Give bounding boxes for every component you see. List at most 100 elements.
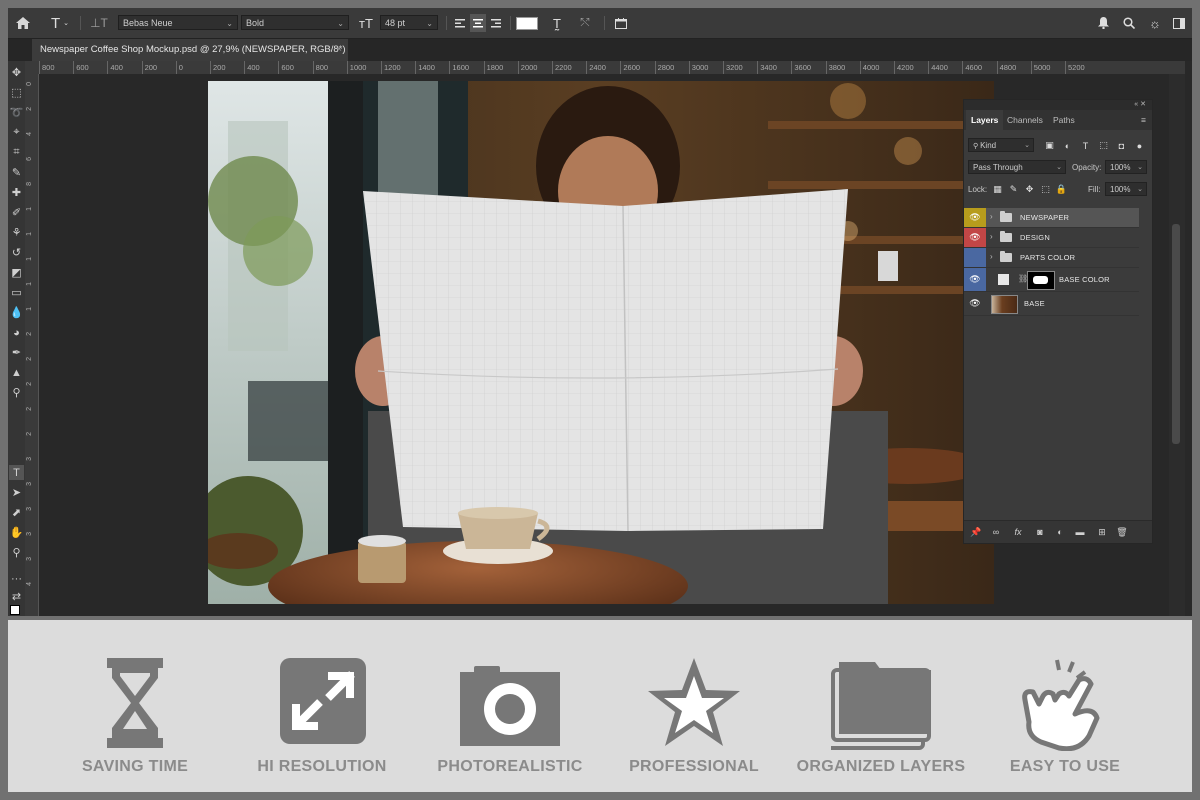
brush-tool-icon[interactable]: ✐ [9,205,24,220]
expand-group-icon[interactable]: › [990,232,993,241]
lock-transparency-icon[interactable]: ▦ [992,184,1003,195]
scrollbar-thumb[interactable] [1172,224,1180,444]
filter-kind-select[interactable]: ⚲ Kind ⌄ [968,138,1034,152]
more-tools-icon[interactable]: ··· [9,571,24,586]
hand-tool-icon[interactable]: ✋ [9,525,24,540]
ruler-tick [278,61,280,74]
layer-base[interactable]: 👁 BASE [964,292,1139,316]
ruler-tick-label: 0 [26,82,33,86]
feature-organized-layers: ORGANIZED LAYERS [791,620,971,792]
zoom-tool-icon[interactable]: ⚲ [9,545,24,560]
align-right-icon[interactable] [488,14,504,32]
delete-layer-icon[interactable]: 🗑 [1116,526,1128,538]
font-style-select[interactable]: Bold ⌄ [241,15,349,30]
pin-icon[interactable]: 📌 [970,526,982,538]
layer-visibility-eye-icon[interactable]: 👁 [964,228,986,247]
marquee-tool-icon[interactable]: ⬚ [9,85,24,100]
toggle-orientation-icon[interactable]: ⊥T [90,14,108,32]
close-tab-icon[interactable]: × [336,39,342,61]
layer-visibility-eye-icon[interactable]: 👁 [964,208,986,227]
workspace-icon[interactable] [1170,14,1188,32]
filter-pixel-icon[interactable]: ▣ [1044,140,1055,151]
lock-position-icon[interactable]: ✥ [1024,184,1035,195]
blur-tool-icon[interactable]: 💧 [9,305,24,320]
layer-base-color[interactable]: 👁 ⛓ BASE COLOR [964,268,1139,292]
dodge-burn-tool-icon[interactable]: ⚲ [9,385,24,400]
direct-selection-tool-icon[interactable]: ⬈ [9,505,24,520]
new-layer-icon[interactable]: ⊞ [1096,526,1108,538]
home-icon[interactable] [14,14,32,32]
ruler-tick-label: 4000 [862,63,880,72]
ruler-tick-label: 3000 [691,63,709,72]
panel-collapse-controls[interactable]: « ✕ [964,100,1152,110]
align-left-icon[interactable] [452,14,468,32]
lock-pixels-icon[interactable]: ✎ [1008,184,1019,195]
fill-input[interactable]: 100% ⌄ [1105,182,1147,196]
layer-name: DESIGN [1020,233,1050,242]
quick-select-tool-icon[interactable]: ⌖ [9,125,24,140]
expand-group-icon[interactable]: › [990,212,993,221]
swap-colors-icon[interactable]: ⇄ [9,589,24,604]
lasso-tool-icon[interactable]: ➰ [9,105,24,120]
panel-menu-icon[interactable]: ≡ [1136,110,1151,130]
search-icon[interactable] [1120,14,1138,32]
move-tool-icon[interactable]: ✥ [9,65,24,80]
add-mask-icon[interactable]: ◙ [1034,526,1046,538]
ruler-tick-label: 3 [26,457,33,461]
layer-design[interactable]: 👁 › DESIGN [964,228,1139,248]
eraser-tool-icon[interactable]: ◩ [9,265,24,280]
ruler-tick-label: 2200 [555,63,572,72]
filter-type-icon[interactable]: T [1080,140,1091,151]
layer-effects-icon[interactable]: fx [1012,526,1024,538]
opacity-input[interactable]: 100% ⌄ [1105,160,1147,174]
healing-brush-tool-icon[interactable]: ✚ [9,185,24,200]
tools-panel: ✥ ⬚ ➰ ⌖ ⌗ ✎ ✚ ✐ ⚘ ↺ ◩ ▭ 💧 ◕ ✒ ▲ ⚲ T ➤ ⬈ … [8,61,25,616]
foreground-color-swatch[interactable] [10,605,20,615]
notifications-bell-icon[interactable] [1094,14,1112,32]
align-center-icon[interactable] [470,14,486,32]
gradient-tool-icon[interactable]: ▭ [9,285,24,300]
layer-parts-color[interactable]: › PARTS COLOR [964,248,1139,268]
sharpen-tool-icon[interactable]: ▲ [9,365,24,380]
font-size-select[interactable]: 48 pt ⌄ [380,15,438,30]
new-adjustment-icon[interactable]: ◐ [1054,526,1066,538]
filter-smart-object-icon[interactable]: ◘ [1116,140,1127,151]
layer-newspaper[interactable]: 👁 › NEWSPAPER [964,208,1139,228]
horizontal-type-tool-icon[interactable]: T [9,465,24,480]
history-brush-tool-icon[interactable]: ↺ [9,245,24,260]
vertical-scrollbar[interactable] [1169,74,1185,616]
type-tool-icon[interactable]: T ⌄ [48,14,72,32]
new-group-icon[interactable]: ▬ [1074,526,1086,538]
filter-shape-icon[interactable]: ⬚ [1098,140,1109,151]
eyedropper-tool-icon[interactable]: ✎ [9,165,24,180]
lightbulb-icon[interactable]: ☼ [1146,14,1164,32]
expand-group-icon[interactable]: › [990,252,993,261]
layer-visibility-eye-icon[interactable]: 👁 [964,292,986,315]
lock-artboard-icon[interactable]: ⬚ [1040,184,1051,195]
path-selection-tool-icon[interactable]: ➤ [9,485,24,500]
tab-paths[interactable]: Paths [1048,110,1080,130]
ruler-tick-label: 4400 [931,63,948,72]
lock-all-icon[interactable]: 🔒 [1056,184,1067,195]
crop-tool-icon[interactable]: ⌗ [9,145,24,160]
layers-panel: « ✕ Layers Channels Paths ≡ ⚲ Kind ⌄ ▣ ◐ … [963,99,1153,544]
link-layers-icon[interactable]: ∞ [990,526,1002,538]
character-panel-icon[interactable] [612,14,630,32]
ruler-tick [517,61,519,74]
3d-text-icon[interactable]: ⤲ [576,14,594,32]
filter-toggle-icon[interactable]: ● [1134,140,1145,151]
warp-text-icon[interactable]: T̰ [548,14,566,32]
tab-layers[interactable]: Layers [966,110,1004,130]
ruler-tick-label: 2 [26,407,33,411]
pen-tool-icon[interactable]: ✒ [9,345,24,360]
dodge-tool-icon[interactable]: ◕ [9,325,24,340]
tab-channels[interactable]: Channels [1002,110,1048,130]
clone-stamp-tool-icon[interactable]: ⚘ [9,225,24,240]
filter-adjustment-icon[interactable]: ◐ [1062,140,1073,151]
layer-visibility-toggle[interactable] [964,248,986,267]
layer-visibility-eye-icon[interactable]: 👁 [964,268,986,291]
text-color-swatch[interactable] [516,14,538,32]
document-tab[interactable]: Newspaper Coffee Shop Mockup.psd @ 27,9%… [32,39,348,61]
blend-mode-select[interactable]: Pass Through ⌄ [968,160,1066,174]
font-family-select[interactable]: Bebas Neue ⌄ [118,15,238,30]
